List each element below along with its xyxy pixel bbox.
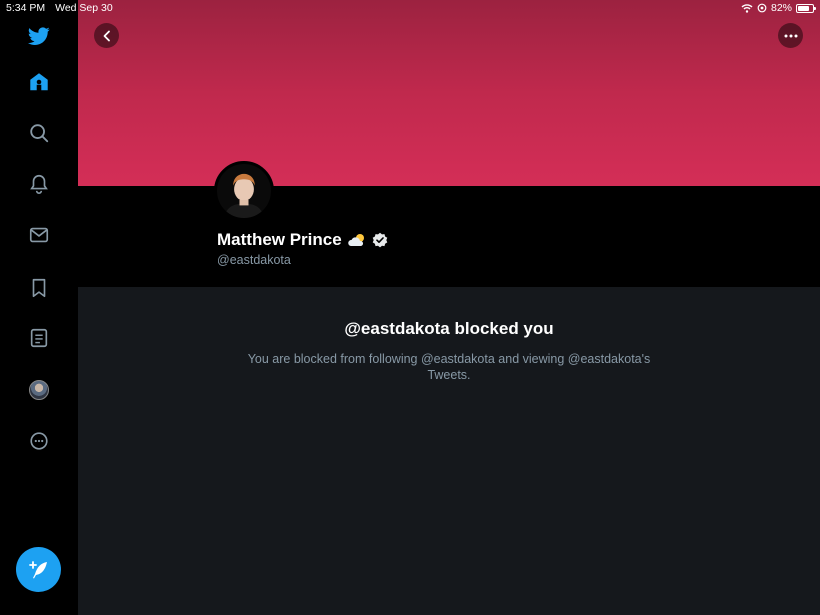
bookmark-icon[interactable] (26, 275, 52, 301)
profile-avatar[interactable] (214, 161, 274, 221)
sun-behind-cloud-icon (347, 234, 364, 246)
twitter-logo-icon[interactable] (26, 23, 52, 49)
display-name: Matthew Prince (217, 230, 342, 249)
chevron-left-icon (103, 30, 110, 41)
blocked-title: @eastdakota blocked you (344, 319, 554, 338)
avatar (29, 380, 49, 400)
more-circle-icon[interactable] (26, 428, 52, 454)
wifi-icon (741, 4, 753, 13)
battery-percent: 82% (770, 2, 792, 14)
home-icon[interactable] (26, 69, 52, 95)
profile-main: Matthew Prince @eastdakota @eastdakota b… (78, 0, 820, 615)
search-icon[interactable] (26, 120, 52, 146)
battery-fill (798, 5, 810, 11)
mail-icon[interactable] (26, 222, 52, 248)
list-icon[interactable] (26, 325, 52, 351)
sidebar (0, 0, 77, 615)
profile-banner (78, 0, 820, 186)
profile-header (78, 186, 820, 287)
bell-icon[interactable] (26, 171, 52, 197)
status-date: Wed Sep 30 (55, 2, 113, 14)
blocked-description: You are blocked from following @eastdako… (247, 352, 651, 382)
compose-tweet-button[interactable] (16, 547, 61, 592)
back-button[interactable] (94, 23, 119, 48)
location-lock-icon (757, 3, 767, 13)
verified-badge-icon (372, 232, 388, 248)
profile-avatar-button[interactable] (26, 377, 52, 403)
status-time: 5:34 PM (6, 2, 46, 14)
status-bar: 5:34 PM Wed Sep 30 82% (0, 0, 820, 16)
more-options-button[interactable] (778, 23, 803, 48)
ellipsis-icon (784, 34, 797, 37)
compose-feather-icon (28, 560, 47, 578)
profile-name-row: Matthew Prince (217, 230, 388, 250)
profile-handle: @eastdakota (217, 253, 291, 267)
profile-photo (217, 164, 271, 218)
battery-icon (796, 3, 816, 13)
